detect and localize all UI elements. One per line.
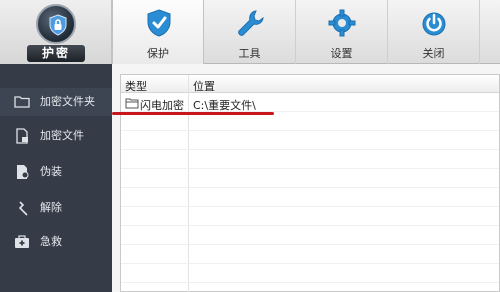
first-aid-icon (15, 235, 29, 248)
table-row-empty (121, 113, 499, 131)
column-header-location[interactable]: 位置 (193, 78, 215, 94)
table-row-empty (121, 208, 499, 226)
table-row-empty (121, 189, 499, 207)
row-location: C:\重要文件\ (193, 99, 256, 112)
top-toolbar: 护密 保护 工具 设置 关闭 (0, 0, 500, 64)
file-lock-icon (16, 128, 28, 144)
shield-lock-logo-icon (36, 4, 76, 44)
unlock-icon (18, 201, 28, 216)
highlight-underline (112, 112, 274, 115)
table-row-empty (121, 132, 499, 150)
sidebar-item-rescue[interactable]: 急救 (0, 228, 112, 256)
folder-icon (125, 98, 139, 109)
table-row-empty (121, 151, 499, 169)
tab-close[interactable]: 关闭 (388, 0, 480, 64)
app-logo: 护密 (0, 0, 112, 64)
table-row-empty (121, 227, 499, 245)
column-header-type[interactable]: 类型 (125, 78, 147, 94)
sidebar-item-label: 伪装 (40, 165, 62, 178)
folder-icon (14, 96, 30, 108)
sidebar-item-label: 加密文件夹 (40, 95, 95, 108)
shield-check-icon (147, 9, 171, 37)
table-row-empty (121, 246, 499, 264)
table-row-empty (121, 170, 499, 188)
table-header: 类型 位置 (121, 75, 499, 93)
sidebar-item-remove[interactable]: 解除 (0, 194, 112, 222)
sidebar-item-encrypt-folder[interactable]: 加密文件夹 (0, 88, 112, 116)
tab-close-label: 关闭 (422, 47, 445, 60)
main-panel: 类型 位置 闪电加密 C:\重要文件\ (112, 64, 500, 292)
tab-settings[interactable]: 设置 (296, 0, 388, 64)
app-title: 护密 (27, 45, 85, 62)
sidebar-item-label: 加密文件 (40, 129, 84, 142)
table-row[interactable]: 闪电加密 C:\重要文件\ (121, 94, 499, 112)
sidebar-item-encrypt-file[interactable]: 加密文件 (0, 122, 112, 150)
tab-tools-label: 工具 (238, 47, 261, 60)
row-type: 闪电加密 (140, 99, 184, 112)
sidebar: 加密文件夹 加密文件 伪装 解除 急救 (0, 64, 112, 292)
wrench-icon (238, 10, 264, 36)
table-row-empty (121, 265, 499, 283)
protected-items-table: 类型 位置 闪电加密 C:\重要文件\ (120, 74, 500, 292)
sidebar-item-label: 急救 (40, 235, 62, 248)
tab-protect-label: 保护 (147, 47, 169, 60)
sidebar-item-label: 解除 (40, 201, 62, 214)
tab-tools[interactable]: 工具 (204, 0, 296, 64)
gear-icon (328, 9, 356, 37)
power-icon (422, 12, 446, 36)
disguise-icon (17, 165, 29, 179)
sidebar-item-disguise[interactable]: 伪装 (0, 158, 112, 186)
tab-settings-label: 设置 (330, 47, 353, 60)
tab-protect[interactable]: 保护 (112, 0, 204, 64)
